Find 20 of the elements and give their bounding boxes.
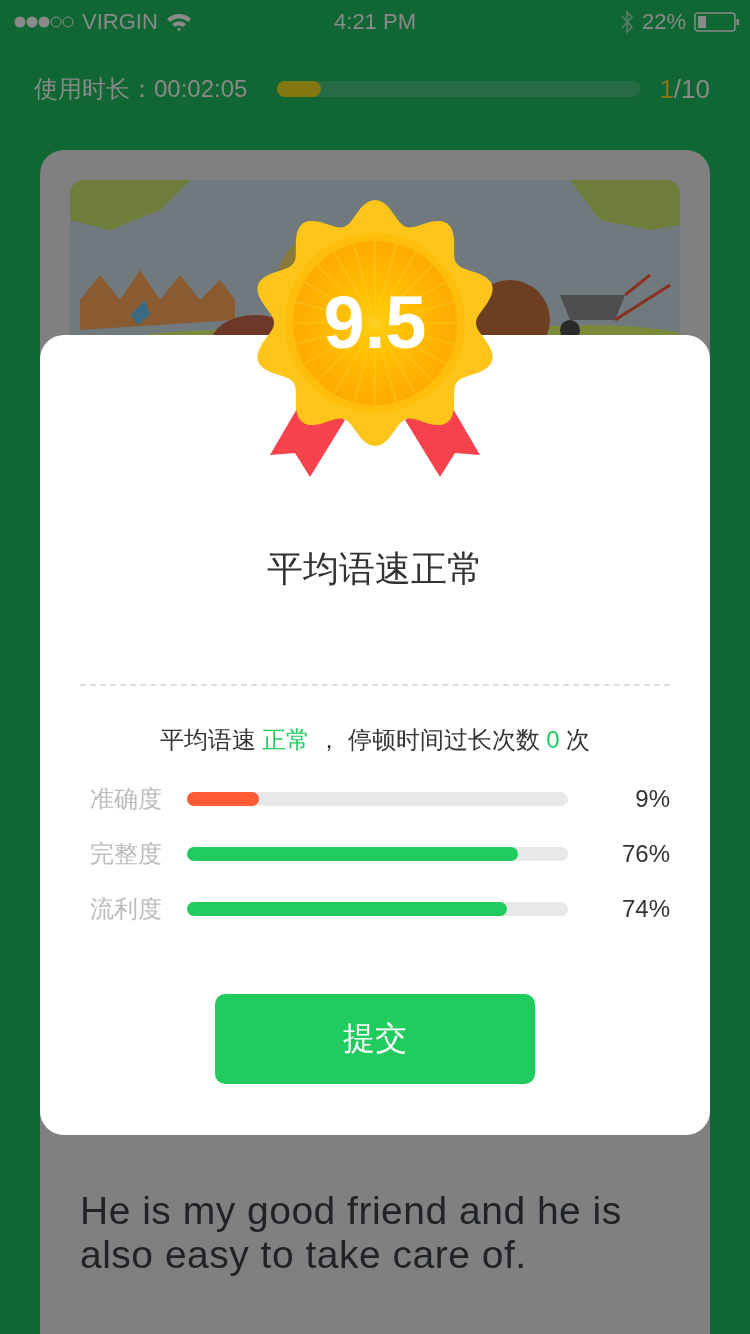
sentence-text: He is my good friend and he is also easy to take care of. bbox=[80, 1189, 623, 1277]
summary-text: 平均语速 正常 ， 停顿时间过长次数 0 次 bbox=[159, 725, 591, 755]
metric-value: 76% bbox=[620, 840, 670, 868]
bluetooth-icon bbox=[619, 10, 634, 34]
result-title: 平均语速正常 bbox=[267, 547, 483, 591]
usage-time-label: 使用时长：00:02:05 bbox=[34, 74, 248, 104]
wifi-icon bbox=[165, 12, 192, 32]
metric-value: 74% bbox=[620, 895, 670, 923]
metric-label: 准确度 bbox=[89, 784, 163, 814]
metric-value: 9% bbox=[634, 785, 670, 813]
signal-icon bbox=[14, 15, 74, 29]
carrier-name: VIRGIN bbox=[82, 9, 158, 35]
status-time: 4:21 PM bbox=[334, 9, 416, 35]
battery-percent: 22% bbox=[641, 9, 686, 35]
battery-icon bbox=[694, 12, 740, 32]
metric-label: 流利度 bbox=[89, 894, 163, 924]
question-counter: 1/10 bbox=[659, 73, 710, 105]
submit-button[interactable]: 提交 bbox=[215, 994, 535, 1084]
score-value: 9.5 bbox=[323, 286, 427, 360]
metric-label: 完整度 bbox=[89, 839, 163, 869]
